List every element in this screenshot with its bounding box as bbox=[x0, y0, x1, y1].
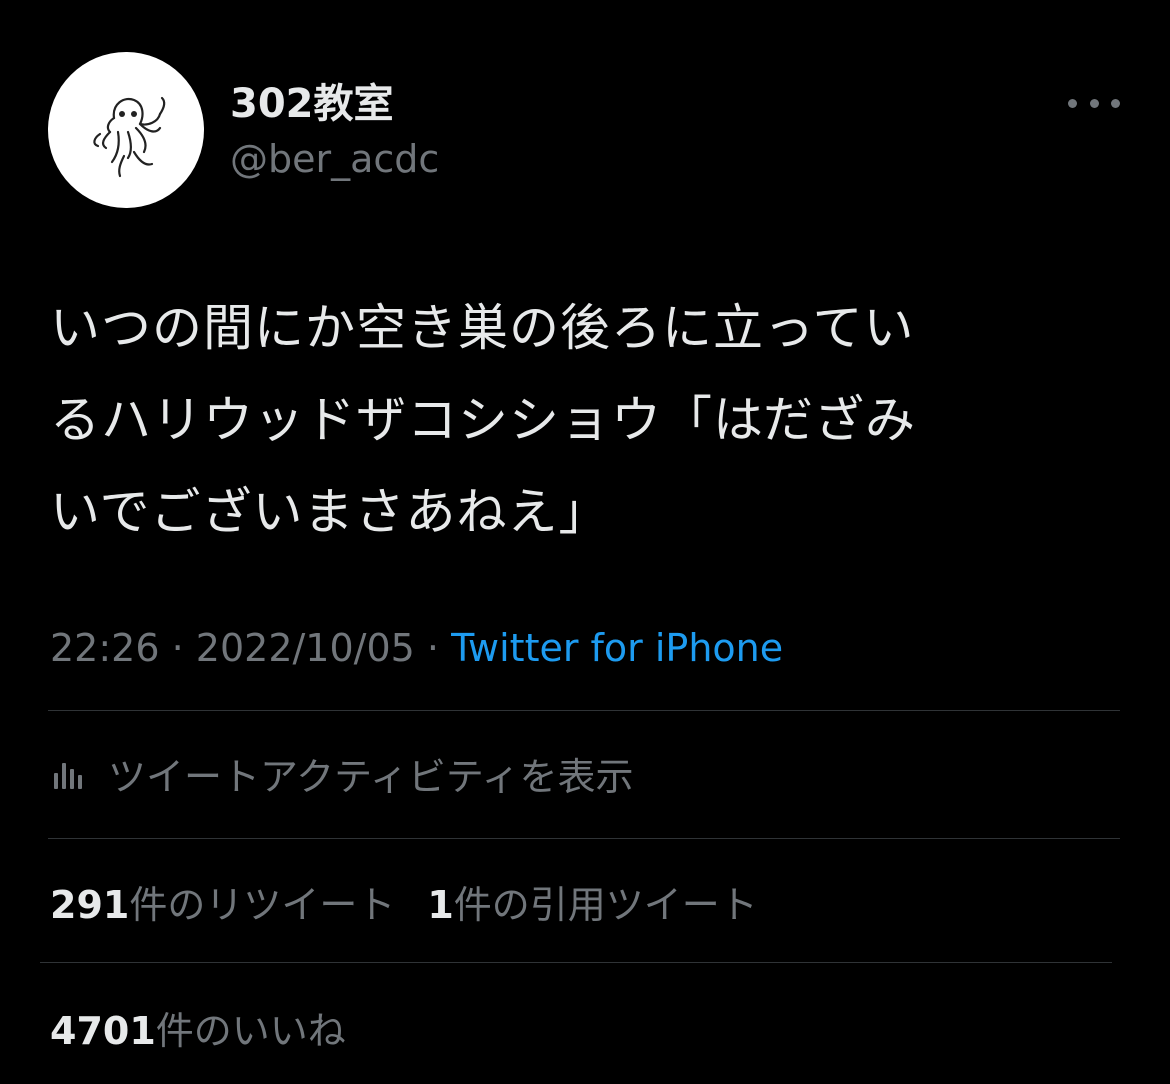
quote-label: 件の引用ツイート bbox=[453, 883, 758, 927]
meta-separator: · bbox=[426, 626, 440, 670]
retweet-count: 291 bbox=[50, 883, 130, 927]
more-options-button[interactable] bbox=[1068, 86, 1120, 120]
quote-tweets-stat[interactable]: 1 件の引用ツイート bbox=[427, 874, 757, 929]
more-options-icon bbox=[1111, 98, 1120, 108]
author-handle[interactable]: @ber_acdc bbox=[230, 136, 439, 182]
divider bbox=[40, 962, 1112, 963]
retweets-stat[interactable]: 291 件のリツイート bbox=[50, 874, 395, 929]
tweet-source-link[interactable]: Twitter for iPhone bbox=[451, 626, 783, 670]
likes-stats: 4701 件のいいね bbox=[50, 1000, 378, 1055]
bar-chart-icon bbox=[54, 763, 82, 789]
divider bbox=[48, 838, 1120, 839]
hand-drawn-creature-icon bbox=[93, 96, 166, 178]
tweet-detail: 302教室 @ber_acdc いつの間にか空き巣の後ろに立ってい るハリウッド… bbox=[0, 0, 1170, 1084]
meta-separator: · bbox=[171, 626, 184, 670]
author-display-name[interactable]: 302教室 bbox=[230, 80, 394, 128]
like-label: 件のいいね bbox=[155, 1009, 346, 1053]
divider bbox=[48, 710, 1120, 711]
avatar[interactable] bbox=[48, 52, 204, 208]
quote-count: 1 bbox=[427, 883, 454, 927]
tweet-activity-button[interactable]: ツイートアクティビティを表示 bbox=[50, 748, 634, 799]
tweet-text: いつの間にか空き巣の後ろに立ってい るハリウッドザコシショウ「はだざみ いでござ… bbox=[50, 282, 1120, 558]
tweet-meta: 22:26 · 2022/10/05 · Twitter for iPhone bbox=[50, 622, 783, 674]
likes-stat[interactable]: 4701 件のいいね bbox=[50, 1000, 346, 1055]
tweet-time: 22:26 bbox=[50, 626, 160, 670]
retweet-label: 件のリツイート bbox=[129, 883, 396, 927]
tweet-text-line: いでございまさあねえ」 bbox=[50, 483, 610, 541]
tweet-activity-label: ツイートアクティビティを表示 bbox=[108, 754, 634, 799]
tweet-text-line: いつの間にか空き巣の後ろに立ってい bbox=[50, 299, 915, 357]
tweet-text-line: るハリウッドザコシショウ「はだざみ bbox=[50, 391, 916, 449]
tweet-date: 2022/10/05 bbox=[195, 626, 415, 670]
more-options-icon bbox=[1068, 98, 1077, 108]
like-count: 4701 bbox=[50, 1009, 156, 1053]
engagement-stats: 291 件のリツイート 1 件の引用ツイート bbox=[50, 874, 790, 929]
more-options-icon bbox=[1089, 98, 1099, 108]
